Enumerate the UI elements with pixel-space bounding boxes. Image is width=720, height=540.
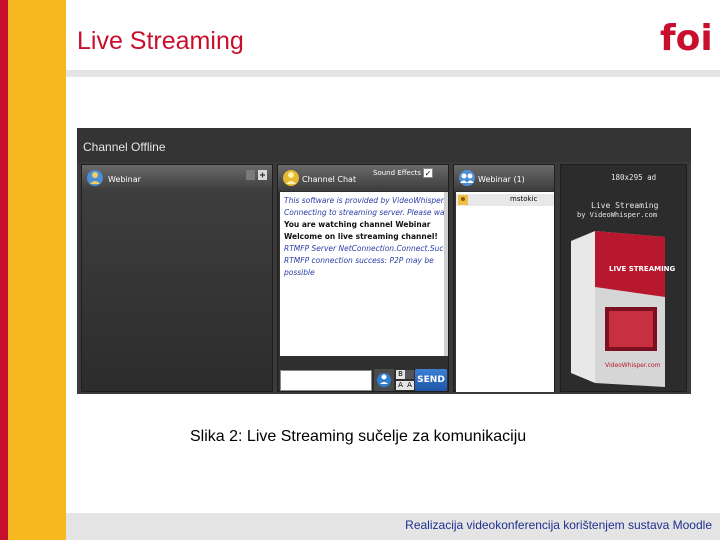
channel-chat-panel: Channel Chat Sound Effects ✓ This softwa… bbox=[277, 164, 449, 392]
users-panel-title: Webinar (1) bbox=[478, 175, 525, 184]
chat-panel-header: Channel Chat Sound Effects ✓ bbox=[278, 165, 448, 191]
chat-scrollbar[interactable] bbox=[444, 192, 448, 356]
left-yellow-band bbox=[8, 0, 66, 540]
chat-message: Welcome on live streaming channel! bbox=[284, 232, 438, 241]
webinar-panel-title: Webinar bbox=[108, 175, 141, 184]
user-list-item[interactable]: mstokic bbox=[456, 194, 554, 206]
font-smaller-button[interactable]: A bbox=[396, 381, 405, 390]
webinar-video-panel: Webinar bbox=[81, 164, 273, 392]
title-divider bbox=[66, 70, 720, 77]
ad-title: Live Streaming bbox=[591, 201, 659, 210]
ad-size-label: 180x295 ad bbox=[611, 173, 657, 182]
chat-message: possible bbox=[284, 268, 315, 277]
emoticon-icon bbox=[377, 373, 391, 387]
left-accent-bar bbox=[0, 0, 8, 540]
chat-message-input[interactable] bbox=[280, 370, 372, 391]
user-globe-icon bbox=[87, 170, 103, 186]
user-status-icon bbox=[458, 195, 468, 205]
foi-logo: foi bbox=[660, 18, 712, 56]
chat-message: RTMFP connection success: P2P may be bbox=[284, 256, 434, 265]
panel-tools-icon[interactable] bbox=[246, 169, 268, 181]
live-streaming-app: Channel Offline Webinar Channel Chat Sou… bbox=[77, 128, 691, 394]
chat-log: This software is provided by VideoWhispe… bbox=[280, 192, 446, 356]
user-list: mstokic bbox=[456, 192, 554, 392]
webinar-panel-header: Webinar bbox=[82, 165, 272, 191]
users-icon bbox=[459, 170, 475, 186]
send-button[interactable]: SEND bbox=[415, 369, 447, 391]
font-larger-button[interactable]: A bbox=[405, 381, 414, 390]
bold-format-button[interactable]: B bbox=[396, 370, 405, 379]
user-name: mstokic bbox=[510, 195, 538, 203]
box-site: VideoWhisper.com bbox=[605, 362, 661, 369]
promo-ad-panel[interactable]: 180x295 ad Live Streaming by VideoWhispe… bbox=[560, 164, 687, 392]
chat-message: RTMFP Server NetConnection.Connect.Succe… bbox=[284, 244, 446, 253]
chat-message: You are watching channel Webinar bbox=[284, 220, 431, 229]
sound-effects-checkbox[interactable]: ✓ bbox=[423, 168, 433, 178]
logo-text: foi bbox=[660, 18, 712, 56]
product-box-image: LIVE STREAMING VideoWhisper.com bbox=[571, 231, 676, 387]
app-header: Channel Offline bbox=[77, 128, 691, 162]
chat-message: This software is provided by VideoWhispe… bbox=[284, 196, 446, 205]
slide-title: Live Streaming bbox=[77, 27, 244, 55]
sound-effects-label: Sound Effects bbox=[373, 169, 422, 177]
figure-caption: Slika 2: Live Streaming sučelje za komun… bbox=[190, 428, 527, 445]
users-panel-header: Webinar (1) bbox=[454, 165, 554, 191]
emoticon-button[interactable] bbox=[374, 369, 394, 391]
users-panel: Webinar (1) mstokic bbox=[453, 164, 555, 392]
ad-byline: by VideoWhisper.com bbox=[577, 211, 658, 219]
chat-user-icon bbox=[283, 170, 299, 186]
channel-status: Channel Offline bbox=[83, 140, 166, 154]
footer-text: Realizacija videokonferencija korištenje… bbox=[405, 518, 712, 532]
color-format-button[interactable] bbox=[405, 370, 414, 379]
chat-panel-title: Channel Chat bbox=[302, 175, 357, 184]
chat-message: Connecting to streaming server. Please w… bbox=[284, 208, 446, 217]
box-brand: LIVE STREAMING bbox=[609, 265, 676, 273]
